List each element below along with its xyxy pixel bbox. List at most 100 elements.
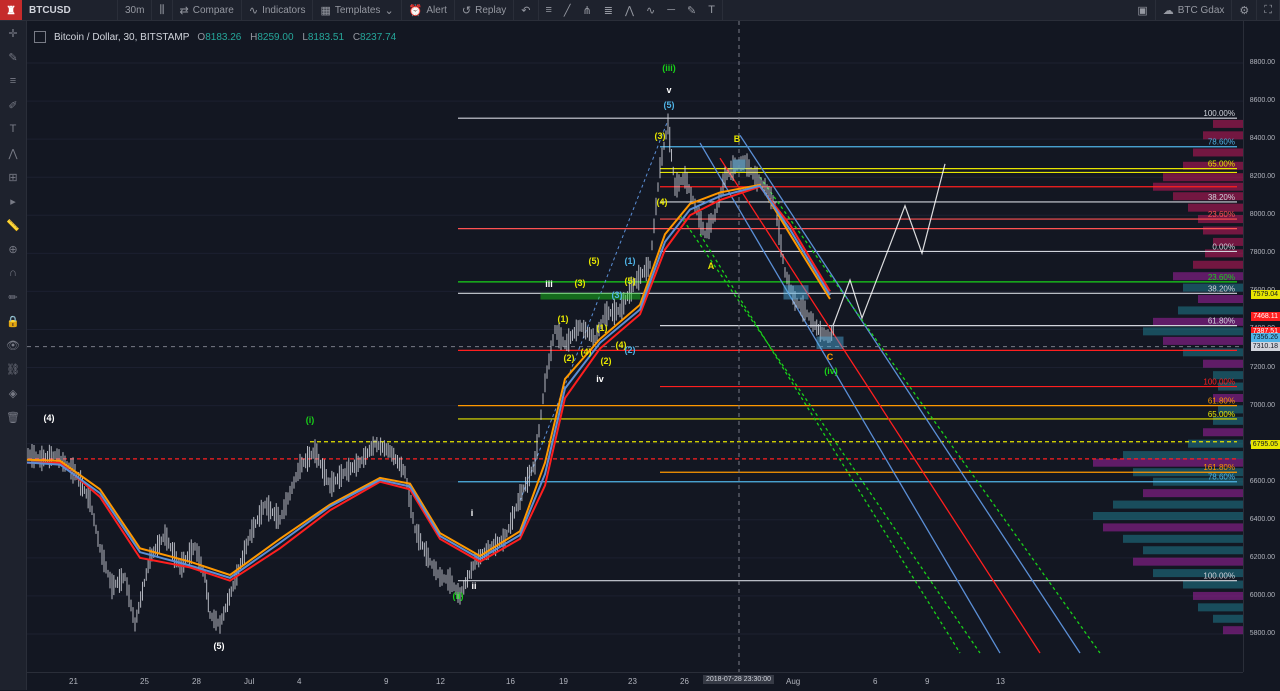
volume-profile-bar <box>1093 511 1243 520</box>
wave-icon[interactable]: ∿ <box>646 4 655 17</box>
volume-profile-bar <box>1203 359 1243 368</box>
wave-label: ii <box>471 581 476 591</box>
price-axis[interactable]: 8800.00 8600.00 8400.00 8200.00 8000.00 7800.… <box>1243 21 1280 672</box>
lock-icon[interactable]: 🔒 <box>0 309 26 333</box>
volume-profile-bar <box>1193 260 1243 269</box>
time-tick-label: 12 <box>436 677 445 686</box>
fib-icon[interactable]: ≣ <box>604 4 613 17</box>
time-axis[interactable]: 21 25 28 Jul 4 9 12 16 19 23 26 Aug 6 9 13 2018-07-28 2… <box>27 672 1243 691</box>
volume-profile-bar <box>1198 295 1243 304</box>
layout-name-label: BTC Gdax <box>1177 4 1225 16</box>
volume-profile-bar <box>1183 580 1243 589</box>
trend-channel-line <box>679 214 981 654</box>
undo-button[interactable]: ↶ <box>514 0 539 20</box>
text-tool-icon[interactable]: T <box>0 117 26 141</box>
price-tag: 6795.05 <box>1250 439 1280 449</box>
time-tick-label: 9 <box>384 677 389 686</box>
price-tick-label: 6200.00 <box>1249 553 1275 561</box>
time-tick-label: 16 <box>506 677 515 686</box>
price-tick-label: 8800.00 <box>1249 59 1275 66</box>
layout-button[interactable]: ▣ <box>1130 0 1156 20</box>
replay-icon: ↺ <box>461 4 472 17</box>
legend-toggle-icon[interactable] <box>34 31 46 43</box>
symbol-search[interactable]: BTCUSD <box>22 0 118 20</box>
crosshair-icon[interactable]: ✛ <box>0 21 26 45</box>
pitchfork-icon[interactable]: ⋔ <box>583 4 592 17</box>
eye-icon[interactable]: 👁 <box>0 333 26 357</box>
wave-label: (iii) <box>662 63 676 73</box>
fullscreen-button[interactable]: ⛶ <box>1257 0 1280 20</box>
pen-icon[interactable]: ✎ <box>0 45 26 69</box>
trash-icon[interactable]: 🗑 <box>0 405 26 429</box>
trend-line-icon[interactable]: ╱ <box>564 4 571 17</box>
indicators-button[interactable]: ∿ Indicators <box>242 0 314 20</box>
link-icon[interactable]: ⛓ <box>0 357 26 381</box>
chart-area[interactable]: 100.00% 78.60% 65.00% 38.20% 23.60% 0.00% 23.6… <box>27 21 1280 690</box>
lines-icon[interactable]: ≡ <box>0 69 26 93</box>
compare-button[interactable]: ⇄ Compare <box>173 0 242 20</box>
wave-label: (1) <box>625 256 636 266</box>
highlight-box <box>816 336 844 349</box>
time-tick-label: 13 <box>996 677 1005 686</box>
expand-icon[interactable]: ▸ <box>0 189 26 213</box>
fib-level-label: 65.00% <box>1208 160 1235 169</box>
wave-label: (5) <box>214 641 225 651</box>
wave-label: (4) <box>44 413 55 423</box>
layers-icon[interactable]: ◈ <box>0 381 26 405</box>
drawing-tools-group: ≡ ╱ ⋔ ≣ ⋀ ∿ ─ ✎ T <box>539 0 723 20</box>
volume-profile-bar <box>1193 148 1243 157</box>
wave-label: (1) <box>597 323 608 333</box>
fib-level-label: 38.20% <box>1208 284 1235 293</box>
volume-profile-bar <box>1133 557 1243 566</box>
wave-label: iv <box>596 374 604 384</box>
alert-button[interactable]: ⏰ Alert <box>402 0 455 20</box>
settings-button[interactable]: ⚙ <box>1232 0 1258 20</box>
volume-profile-bar <box>1198 603 1243 612</box>
fib-level-label: 78.60% <box>1208 473 1235 482</box>
price-tick-label: 6600.00 <box>1249 477 1275 485</box>
volume-profile-bar <box>1213 119 1243 128</box>
price-chart[interactable]: 100.00% 78.60% 65.00% 38.20% 23.60% 0.00% 23.6… <box>27 21 1243 672</box>
chart-style-button[interactable]: ⫼ <box>152 0 173 20</box>
time-tick-label: 6 <box>873 677 878 686</box>
ruler-icon[interactable]: ─ <box>667 4 675 16</box>
wave-label: (i) <box>306 415 315 425</box>
time-tick-label: 4 <box>297 677 302 686</box>
app-logo-icon[interactable]: ♜ <box>0 0 22 20</box>
volume-profile-bar <box>1203 226 1243 235</box>
price-tick-label: 8400.00 <box>1249 135 1275 143</box>
wave-label: (3) <box>575 278 586 288</box>
wave-label: (2) <box>625 345 636 355</box>
templates-button[interactable]: ▦ Templates ⌄ <box>313 0 402 20</box>
legend-title[interactable]: Bitcoin / Dollar, 30, BITSTAMP <box>54 32 189 43</box>
magnet-icon[interactable]: ∩ <box>0 261 26 285</box>
moving-average-line <box>27 185 831 582</box>
volume-profile-bar <box>1143 546 1243 555</box>
lock-pen-icon[interactable]: ✏ <box>0 285 26 309</box>
prediction-icon[interactable]: ⊞ <box>0 165 26 189</box>
replay-button[interactable]: ↺ Replay <box>455 0 515 20</box>
replay-label: Replay <box>475 4 507 16</box>
fib-level-label: 23.60% <box>1208 210 1235 219</box>
menu-icon[interactable]: ≡ <box>546 4 552 16</box>
low-value: 8183.51 <box>307 31 345 43</box>
layout-name[interactable]: ☁ BTC Gdax <box>1156 0 1233 20</box>
brush-icon[interactable]: ✎ <box>687 4 696 17</box>
pattern-icon[interactable]: ⋀ <box>625 4 634 17</box>
price-tag: 7468.11 <box>1251 311 1280 321</box>
time-tick-label: 21 <box>69 677 78 686</box>
zoom-icon[interactable]: ⊕ <box>0 237 26 261</box>
time-tick-label: 23 <box>628 677 637 686</box>
price-tick-label: 7800.00 <box>1249 249 1275 257</box>
templates-label: Templates <box>334 4 381 16</box>
interval-selector[interactable]: 30m <box>118 0 153 20</box>
ruler-tool-icon[interactable]: 📏 <box>0 213 26 237</box>
pattern-tool-icon[interactable]: ⋀ <box>0 141 26 165</box>
compare-label: Compare <box>192 4 234 16</box>
text-icon[interactable]: T <box>708 4 715 16</box>
compare-icon: ⇄ <box>179 4 189 17</box>
brush-tool-icon[interactable]: ✐ <box>0 93 26 117</box>
fib-level-label: 23.60% <box>1208 273 1235 282</box>
price-tag: 7579.04 <box>1250 290 1280 300</box>
wave-label: (3) <box>612 290 623 300</box>
